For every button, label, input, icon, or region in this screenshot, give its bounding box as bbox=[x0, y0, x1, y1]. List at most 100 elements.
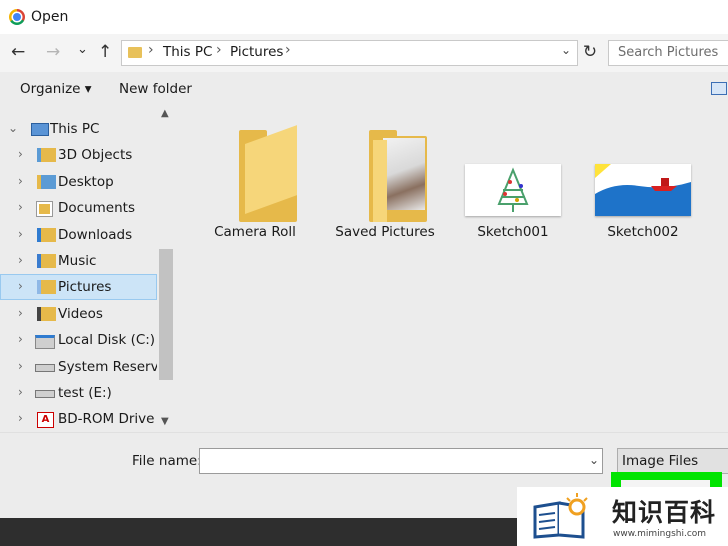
chevron-right-icon[interactable]: › bbox=[18, 306, 23, 320]
sidebar-item-label: 3D Objects bbox=[58, 147, 133, 163]
sidebar-item-label: test (E:) bbox=[58, 385, 112, 401]
sidebar-item-label: Downloads bbox=[58, 227, 133, 243]
file-type-value: Image Files bbox=[622, 453, 699, 469]
chevron-down-icon[interactable]: ⌄ bbox=[8, 121, 18, 135]
chevron-right-icon[interactable]: › bbox=[18, 174, 23, 188]
sidebar-item-label: Local Disk (C:) bbox=[58, 332, 156, 348]
sidebar-item-label: Music bbox=[58, 253, 97, 269]
forward-arrow-icon[interactable]: → bbox=[46, 40, 60, 64]
sidebar-item-videos[interactable]: › Videos bbox=[0, 301, 157, 327]
sketch001-thumbnail bbox=[465, 164, 561, 216]
chrome-icon bbox=[9, 9, 25, 25]
folder-icon-front bbox=[373, 140, 387, 222]
computer-icon bbox=[31, 123, 49, 136]
sidebar-item-desktop[interactable]: › Desktop bbox=[0, 169, 157, 195]
breadcrumb-this-pc[interactable]: This PC bbox=[163, 44, 212, 60]
chevron-right-icon[interactable]: › bbox=[18, 279, 23, 293]
chevron-right-icon[interactable]: › bbox=[18, 359, 23, 373]
sidebar-item-label: System Reserved bbox=[58, 359, 157, 375]
videos-icon bbox=[37, 307, 56, 321]
watermark: 知识百科 www.mimingshi.com bbox=[517, 487, 728, 546]
pictures-folder-icon bbox=[128, 47, 142, 58]
navigation-bar: ← → ⌄ ↑ › This PC › Pictures › ⌄ ↻ Searc… bbox=[0, 34, 728, 72]
tree-drawing-icon bbox=[497, 167, 529, 212]
refresh-icon[interactable]: ↻ bbox=[579, 40, 601, 64]
up-arrow-icon[interactable]: ↑ bbox=[98, 40, 112, 64]
navigation-scrollbar[interactable]: ▲ ▼ bbox=[157, 106, 175, 432]
change-view-icon[interactable] bbox=[711, 82, 727, 95]
chevron-right-icon[interactable]: › bbox=[18, 385, 23, 399]
sidebar-item-documents[interactable]: › Documents bbox=[0, 195, 157, 221]
file-label: Sketch001 bbox=[477, 224, 549, 240]
recent-locations-chevron-icon[interactable]: ⌄ bbox=[77, 38, 88, 62]
sidebar-item-bd-rom[interactable]: › A BD-ROM Drive ( bbox=[0, 406, 157, 432]
downloads-icon bbox=[37, 228, 56, 242]
breadcrumb-separator-icon[interactable]: › bbox=[216, 42, 222, 58]
sidebar-item-label: Pictures bbox=[58, 279, 112, 295]
sidebar-item-local-disk[interactable]: › Local Disk (C:) bbox=[0, 327, 157, 353]
file-name-dropdown-icon[interactable]: ⌄ bbox=[589, 453, 599, 467]
title-bar: Open bbox=[0, 0, 728, 34]
sidebar-item-label: This PC bbox=[50, 121, 100, 137]
sidebar-item-3d-objects[interactable]: › 3D Objects bbox=[0, 142, 157, 168]
address-dropdown-icon[interactable]: ⌄ bbox=[561, 43, 571, 57]
chevron-right-icon[interactable]: › bbox=[18, 332, 23, 346]
sidebar-item-pictures[interactable]: › Pictures bbox=[0, 274, 157, 300]
3d-objects-icon bbox=[37, 148, 56, 162]
command-bar: Organize ▾ New folder bbox=[0, 72, 728, 107]
search-placeholder: Search Pictures bbox=[618, 45, 719, 60]
breadcrumb-pictures[interactable]: Pictures bbox=[230, 44, 283, 60]
image-sketch002[interactable]: Sketch002 bbox=[583, 116, 703, 246]
breadcrumb-separator-icon[interactable]: › bbox=[148, 42, 154, 58]
sidebar-item-system-reserved[interactable]: › System Reserved bbox=[0, 354, 157, 380]
file-type-select[interactable]: Image Files bbox=[617, 448, 728, 474]
chevron-right-icon[interactable]: › bbox=[18, 147, 23, 161]
boat-drawing-icon bbox=[595, 164, 691, 216]
address-bar[interactable]: › This PC › Pictures › ⌄ bbox=[121, 40, 578, 66]
sidebar-item-label: BD-ROM Drive ( bbox=[58, 411, 157, 427]
desktop-icon bbox=[37, 175, 56, 189]
drive-icon bbox=[35, 390, 55, 398]
file-label: Sketch002 bbox=[607, 224, 679, 240]
watermark-url: www.mimingshi.com bbox=[613, 529, 707, 539]
sidebar-item-test-e[interactable]: › test (E:) bbox=[0, 380, 157, 406]
file-label: Camera Roll bbox=[214, 224, 296, 240]
folder-preview-photo bbox=[383, 138, 425, 210]
window-title: Open bbox=[31, 9, 69, 25]
organize-button[interactable]: Organize ▾ bbox=[20, 81, 92, 97]
sidebar-item-label: Videos bbox=[58, 306, 103, 322]
folder-camera-roll[interactable]: Camera Roll bbox=[195, 116, 315, 246]
navigation-pane: ⌄ This PC › 3D Objects › Desktop › Docum… bbox=[0, 106, 175, 432]
scroll-down-arrow-icon[interactable]: ▼ bbox=[161, 416, 169, 427]
watermark-text: 知识百科 bbox=[612, 498, 717, 527]
back-arrow-icon[interactable]: ← bbox=[11, 40, 25, 64]
scrollbar-thumb[interactable] bbox=[159, 249, 173, 380]
sidebar-item-label: Documents bbox=[58, 200, 135, 216]
chevron-right-icon[interactable]: › bbox=[18, 200, 23, 214]
file-name-label: File name: bbox=[132, 453, 202, 469]
sidebar-item-music[interactable]: › Music bbox=[0, 248, 157, 274]
sketch002-thumbnail bbox=[595, 164, 691, 216]
image-sketch001[interactable]: Sketch001 bbox=[453, 116, 573, 246]
pictures-icon bbox=[37, 280, 56, 294]
scroll-up-arrow-icon[interactable]: ▲ bbox=[161, 108, 169, 119]
sidebar-item-downloads[interactable]: › Downloads bbox=[0, 222, 157, 248]
sidebar-item-label: Desktop bbox=[58, 174, 114, 190]
search-input[interactable]: Search Pictures bbox=[608, 40, 728, 66]
chevron-right-icon[interactable]: › bbox=[18, 227, 23, 241]
breadcrumb-separator-icon[interactable]: › bbox=[285, 42, 291, 58]
file-label: Saved Pictures bbox=[335, 224, 435, 240]
open-file-dialog: Open ← → ⌄ ↑ › This PC › Pictures › ⌄ ↻ … bbox=[0, 0, 728, 519]
sidebar-item-this-pc[interactable]: ⌄ This PC bbox=[0, 116, 157, 142]
book-lightbulb-logo-icon bbox=[533, 493, 588, 539]
drive-icon bbox=[35, 364, 55, 372]
local-disk-icon bbox=[35, 335, 55, 349]
file-name-input[interactable]: ⌄ bbox=[199, 448, 603, 474]
bd-rom-icon: A bbox=[37, 412, 54, 428]
file-list: Camera Roll Saved Pictures Sketch001 Ske… bbox=[175, 106, 728, 432]
chevron-right-icon[interactable]: › bbox=[18, 253, 23, 267]
chevron-right-icon[interactable]: › bbox=[18, 411, 23, 425]
folder-saved-pictures[interactable]: Saved Pictures bbox=[325, 116, 445, 246]
music-icon bbox=[37, 254, 56, 268]
new-folder-button[interactable]: New folder bbox=[119, 81, 192, 97]
